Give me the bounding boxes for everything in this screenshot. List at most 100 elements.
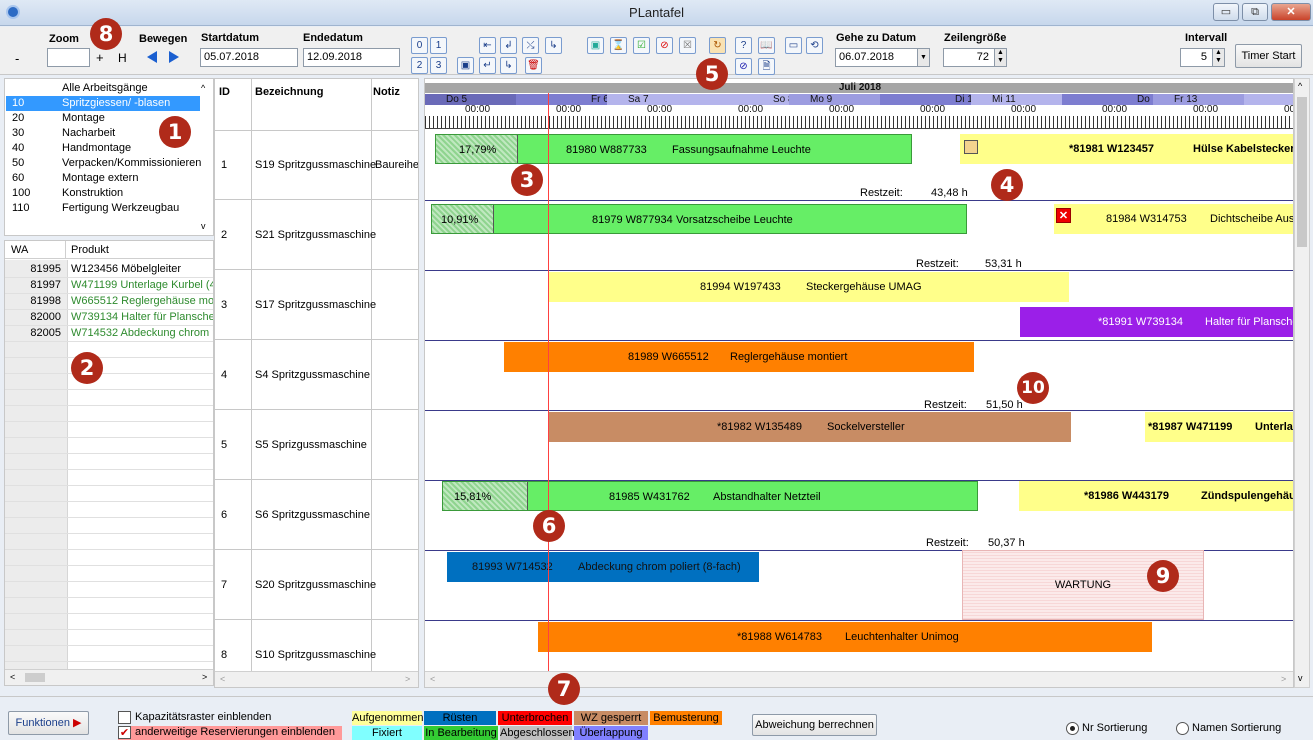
goto-date-dropdown-icon[interactable]: ▼ xyxy=(917,48,930,67)
job-bar[interactable]: 81994 W197433 Steckergehäuse UMAG xyxy=(548,272,1069,302)
select-icon[interactable]: ▣ xyxy=(587,37,604,54)
zoom-hour-button[interactable]: H xyxy=(118,51,127,65)
job-bar[interactable]: *81991 W739134 Halter für Plansche xyxy=(1020,307,1294,337)
operation-item[interactable]: 10 Spritzgiessen/ -blasen xyxy=(6,96,200,111)
job-bar[interactable]: 81984 W314753 Dichtscheibe Ausf xyxy=(1054,204,1294,234)
operation-item[interactable]: 110 Fertigung Werkzeugbau xyxy=(6,201,200,216)
maximize-button[interactable]: ⧉ xyxy=(1242,3,1268,21)
functions-button[interactable]: Funktionen ▶ xyxy=(8,711,89,735)
screen-icon[interactable]: ▣ xyxy=(457,57,474,74)
block-icon[interactable]: ⊘ xyxy=(735,58,752,75)
horizontal-scrollbar[interactable]: < > xyxy=(5,669,213,685)
job-bar[interactable]: *81982 W135489 Sockelversteller xyxy=(548,412,1071,442)
work-order-table: WA Produkt 81995 W123456 Möbelgleiter 819… xyxy=(4,240,214,686)
split-icon[interactable]: ⤯ xyxy=(522,37,539,54)
job-bar[interactable]: 17,79% 81980 W887733 Fassungsaufnahme Le… xyxy=(435,134,912,164)
order-description: Halter für Plansche xyxy=(1205,316,1294,328)
id-column-header[interactable]: ID xyxy=(219,86,230,98)
machine-row[interactable]: 7 S20 Spritzgussmaschine xyxy=(215,551,418,620)
order-description: Dichtscheibe Ausf xyxy=(1210,213,1294,225)
machine-row[interactable]: 5 S5 Sprizgussmaschine xyxy=(215,411,418,480)
calendar-icon[interactable] xyxy=(964,140,978,154)
end-date-input[interactable]: 12.09.2018 xyxy=(303,48,400,67)
note-column-header[interactable]: Notiz xyxy=(373,86,400,98)
document-icon[interactable]: 🗎 xyxy=(758,58,775,75)
refresh-icon[interactable]: ↻ xyxy=(709,37,726,54)
check-icon[interactable]: ☑ xyxy=(633,37,650,54)
operations-list: Alle Arbeitsgänge 10 Spritzgiessen/ -blas… xyxy=(4,78,214,236)
sort-number-radio[interactable] xyxy=(1066,722,1079,735)
timer-start-button[interactable]: Timer Start xyxy=(1235,44,1302,68)
table-row[interactable]: 82000 W739134 Halter für Planscheib xyxy=(5,309,213,325)
operation-item[interactable]: 50 Verpacken/Kommissionieren xyxy=(6,156,201,171)
delete-icon[interactable]: 🗑 xyxy=(525,57,542,74)
operation-item[interactable]: 60 Montage extern xyxy=(6,171,200,186)
branch-icon[interactable]: ↳ xyxy=(500,57,517,74)
legend-item: Abgeschlossen xyxy=(500,726,575,740)
move-left-icon[interactable] xyxy=(147,51,157,63)
sync-icon[interactable]: ⟲ xyxy=(806,37,823,54)
other-reservations-checkbox[interactable]: ✔ xyxy=(118,726,131,739)
machine-row[interactable]: 4 S4 Spritzgussmaschine xyxy=(215,341,418,410)
machine-row[interactable]: 6 S6 Spritzgussmaschine xyxy=(215,481,418,550)
table-row[interactable]: 81997 W471199 Unterlage Kurbel (4-f xyxy=(5,277,213,293)
job-bar[interactable]: *81986 W443179 Zündspulengehäu xyxy=(1019,481,1293,511)
name-column-header[interactable]: Bezeichnung xyxy=(255,86,323,98)
table-row[interactable]: 82005 W714532 Abdeckung chrom p xyxy=(5,325,213,341)
move-down-icon[interactable]: ↳ xyxy=(545,37,562,54)
order-description: Fassungsaufnahme Leuchte xyxy=(672,144,811,156)
machine-row[interactable]: 1 S19 Spritzgussmaschine Baureihe xyxy=(215,131,418,200)
return-icon[interactable]: ↲ xyxy=(500,37,517,54)
forbidden-icon[interactable]: ⊘ xyxy=(656,37,673,54)
goto-date-input[interactable]: 06.07.2018 xyxy=(835,48,930,67)
view-0-button[interactable]: 0 xyxy=(411,37,428,54)
job-bar[interactable]: 81993 W714532 Abdeckung chrom poliert (8… xyxy=(447,552,759,582)
interval-spinner[interactable]: ▲ ▼ xyxy=(1212,48,1225,67)
job-bar[interactable]: 10,91% 81979 W877934 Vorsatzscheibe Leuc… xyxy=(431,204,967,234)
operation-item[interactable]: 100 Konstruktion xyxy=(6,186,200,201)
job-bar[interactable]: 81989 W665512 Reglergehäuse montiert xyxy=(504,342,974,372)
view-1-button[interactable]: 1 xyxy=(430,37,447,54)
table-row[interactable]: 81995 W123456 Möbelgleiter xyxy=(5,261,213,277)
machine-row[interactable]: 2 S21 Spritzgussmaschine xyxy=(215,201,418,270)
wa-column-header[interactable]: WA xyxy=(11,244,28,256)
cancel-box-icon[interactable]: ☒ xyxy=(679,37,696,54)
order-description: Sockelversteller xyxy=(827,421,905,433)
blocked-icon[interactable]: ✕ xyxy=(1056,208,1071,223)
zoom-plus-button[interactable]: + xyxy=(96,50,104,65)
hourglass-icon[interactable]: ⌛ xyxy=(610,37,627,54)
window-icon[interactable]: ▭ xyxy=(785,37,802,54)
move-right-icon[interactable] xyxy=(169,51,179,63)
help-icon[interactable]: ? xyxy=(735,37,752,54)
capacity-grid-checkbox[interactable] xyxy=(118,711,131,724)
minimize-button[interactable]: ▭ xyxy=(1213,3,1239,21)
order-number: *81988 W614783 xyxy=(737,631,823,643)
start-date-input[interactable]: 05.07.2018 xyxy=(200,48,298,67)
calculate-deviation-button[interactable]: Abweichung berrechnen xyxy=(752,714,877,736)
operation-item[interactable]: Alle Arbeitsgänge xyxy=(6,81,200,96)
view-3-button[interactable]: 3 xyxy=(430,57,447,74)
product-column-header[interactable]: Produkt xyxy=(71,244,109,256)
scroll-up-icon[interactable]: ^ xyxy=(201,83,205,93)
goto-date-label: Gehe zu Datum xyxy=(836,32,917,44)
vertical-scrollbar[interactable]: ^ v xyxy=(1294,78,1310,688)
job-bar[interactable]: *81987 W471199 Unterla xyxy=(1145,412,1293,442)
order-description: Vorsatzscheibe Leuchte xyxy=(676,214,793,226)
horizontal-scrollbar[interactable]: < > xyxy=(215,671,418,687)
scroll-down-icon[interactable]: v xyxy=(201,221,206,231)
sort-name-radio[interactable] xyxy=(1176,722,1189,735)
table-row[interactable]: 81998 W665512 Reglergehäuse mont xyxy=(5,293,213,309)
job-bar[interactable]: *81981 W123457 Hülse Kabelstecker xyxy=(960,134,1293,164)
job-bar[interactable]: 15,81% 81985 W431762 Abstandhalter Netzt… xyxy=(442,481,978,511)
order-description: Leuchtenhalter Unimog xyxy=(845,631,959,643)
view-2-button[interactable]: 2 xyxy=(411,57,428,74)
job-bar[interactable]: *81988 W614783 Leuchtenhalter Unimog xyxy=(538,622,1152,652)
row-size-spinner[interactable]: ▲ ▼ xyxy=(994,48,1007,67)
to-start-icon[interactable]: ⇤ xyxy=(479,37,496,54)
zoom-minus-button[interactable]: - xyxy=(15,51,19,66)
machine-row[interactable]: 3 S17 Spritzgussmaschine xyxy=(215,271,418,340)
book-icon[interactable]: 📖 xyxy=(758,37,775,54)
enter-icon[interactable]: ↵ xyxy=(479,57,496,74)
close-button[interactable]: ✕ xyxy=(1271,3,1311,21)
zoom-input[interactable] xyxy=(47,48,90,67)
